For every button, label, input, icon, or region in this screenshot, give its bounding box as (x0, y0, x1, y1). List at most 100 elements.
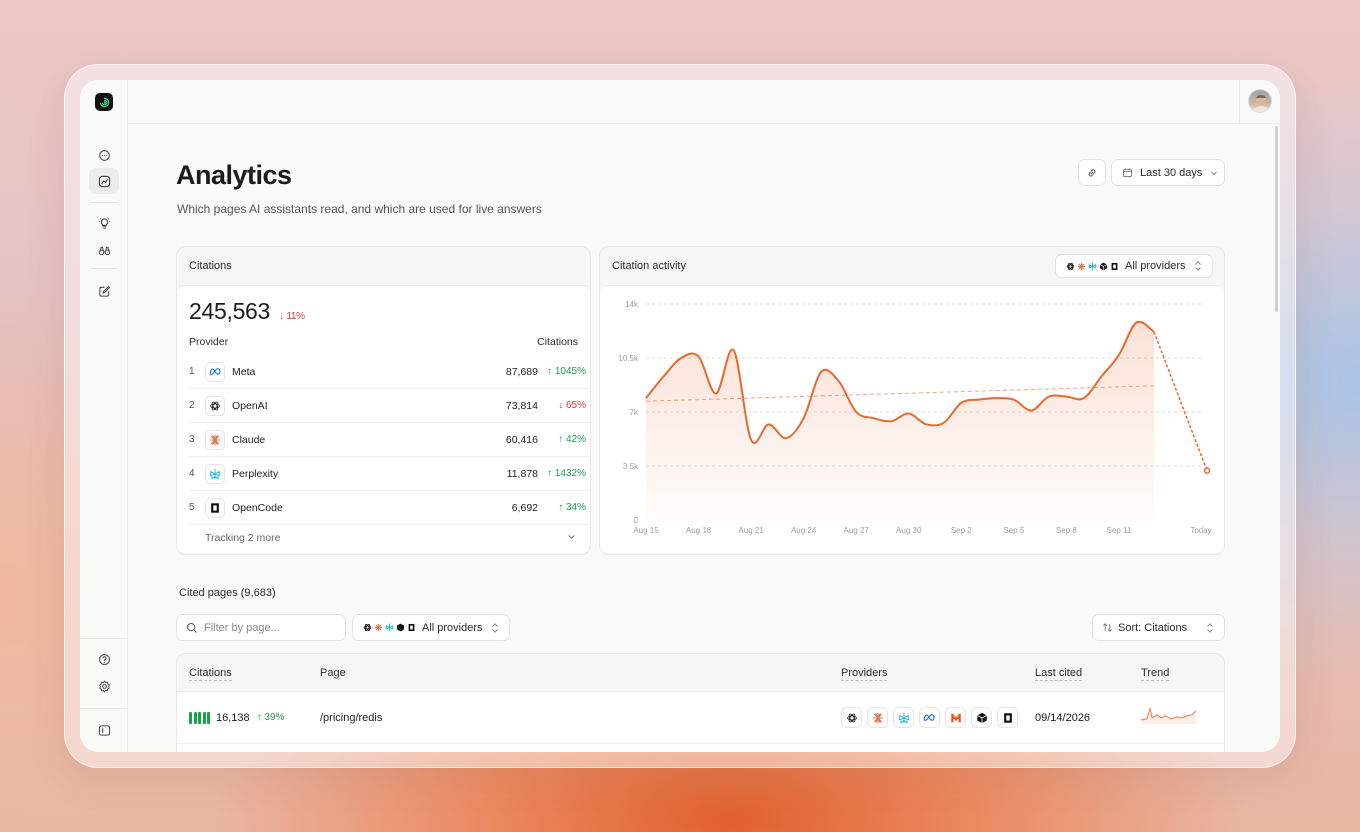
openai-icon (1066, 262, 1075, 271)
citations-card: Citations 245,563 ↓ 11% Provider Citatio… (176, 246, 591, 555)
provider-citations: 11,878 (506, 467, 538, 480)
citations-column-header: Citations (537, 336, 578, 348)
provider-citations: 73,814 (505, 399, 538, 412)
link-icon (1088, 168, 1096, 177)
x-tick-label: Aug 15 (633, 526, 659, 535)
openai-icon (205, 395, 225, 416)
provider-filter-select[interactable]: All providers (1055, 254, 1213, 278)
settings-icon[interactable] (89, 673, 119, 699)
sidebar-divider (90, 268, 118, 269)
provider-row[interactable]: 3 Claude 60,416 ↑ 42% (189, 423, 590, 457)
today-segment (1153, 331, 1208, 471)
claude-icon (205, 429, 225, 450)
binoculars-icon[interactable] (89, 237, 119, 263)
perplexity-icon (205, 463, 225, 484)
cited-pages-title: Cited pages (9,683) (179, 587, 276, 599)
provider-rank: 2 (189, 400, 195, 411)
x-tick-label: Sep 5 (1003, 526, 1024, 535)
sidebar-toggle-icon[interactable] (89, 717, 119, 743)
last-cited-column-header[interactable]: Last cited (1035, 667, 1083, 681)
citations-card-title: Citations (189, 259, 232, 272)
table-row[interactable]: 16,138 ↑ 39% /pricing/redis 09/14/2026 (177, 692, 1224, 744)
chevron-down-icon (1211, 171, 1218, 175)
provider-citations: 60,416 (505, 433, 538, 446)
provider-rank: 5 (189, 502, 195, 513)
x-tick-label: Aug 30 (896, 526, 922, 535)
claude-icon (867, 707, 888, 728)
provider-citations: 6,692 (511, 501, 538, 514)
x-tick-label: Sep 2 (951, 526, 972, 535)
opencode-icon (205, 497, 225, 518)
total-citations-delta: ↓ 11% (279, 311, 305, 322)
logo-icon[interactable] (95, 93, 113, 111)
date-range-select[interactable]: Last 30 days (1111, 159, 1225, 186)
chat-icon[interactable] (89, 142, 119, 168)
provider-name: OpenAI (232, 399, 268, 412)
filter-pages-input[interactable]: Filter by page... (176, 614, 346, 641)
pages-provider-filter-label: All providers (422, 621, 483, 634)
row-citations-delta: ↑ 39% (256, 712, 285, 723)
lightbulb-icon[interactable] (89, 210, 119, 236)
provider-rank: 4 (189, 468, 195, 479)
x-tick-label: Aug 18 (686, 526, 712, 535)
provider-name: Claude (232, 433, 266, 446)
providers-column-header[interactable]: Providers (841, 667, 888, 681)
trend-column-header[interactable]: Trend (1141, 667, 1170, 681)
citations-column-header[interactable]: Citations (189, 667, 232, 681)
row-page-path[interactable]: /pricing/redis (320, 712, 382, 724)
provider-icon-stack (363, 623, 416, 632)
link-button[interactable] (1078, 159, 1106, 186)
meta-icon (205, 361, 225, 382)
provider-delta: ↑ 42% (558, 434, 586, 445)
avatar[interactable] (1248, 89, 1272, 113)
openai-icon (363, 623, 372, 632)
opencode-icon (997, 707, 1018, 728)
today-point (1203, 467, 1211, 474)
series-area (646, 321, 1154, 520)
provider-row[interactable]: 1 Meta 87,689 ↑ 1045% (189, 355, 590, 389)
row-citations-cell: 16,138 ↑ 39% (189, 711, 285, 724)
tracking-more-link[interactable]: Tracking 2 more (205, 532, 280, 544)
app-window: Analytics Which pages AI assistants read… (80, 80, 1280, 752)
provider-row[interactable]: 4 Perplexity 11,878 ↑ 1432% (189, 457, 590, 491)
search-icon (187, 622, 197, 633)
citation-activity-chart: 0 3.5k 7k 10.5k 14k Aug 15 Aug 18 Aug 21 Aug 24 A… (618, 300, 1211, 535)
provider-row[interactable]: 2 OpenAI 73,814 ↓ 65% (189, 389, 590, 423)
analytics-icon[interactable] (89, 168, 119, 194)
filter-pages-placeholder: Filter by page... (204, 621, 280, 634)
provider-table-header: Provider Citations (189, 336, 578, 348)
x-tick-label: Aug 27 (844, 526, 870, 535)
x-tick-label: Sep 8 (1056, 526, 1077, 535)
total-citations-value: 245,563 (189, 298, 271, 324)
provider-row[interactable]: 5 OpenCode 6,692 ↑ 34% (189, 491, 590, 525)
chevron-updown-icon (492, 622, 498, 633)
x-tick-label: Today (1190, 526, 1211, 535)
perplexity-icon (385, 623, 394, 632)
chevron-updown-icon (1207, 622, 1213, 633)
top-bar (128, 80, 1280, 124)
y-tick-label: 3.5k (623, 462, 639, 471)
provider-name: Perplexity (232, 467, 279, 480)
help-icon[interactable] (89, 646, 119, 672)
page-column-header: Page (320, 667, 346, 679)
provider-icon-stack (1066, 262, 1119, 271)
x-tick-label: Sep 11 (1107, 526, 1132, 535)
opencode-icon (407, 623, 416, 632)
opencode-icon (1110, 262, 1119, 271)
provider-column-header: Provider (189, 336, 229, 348)
edit-icon[interactable] (89, 278, 119, 304)
chevron-down-icon[interactable] (567, 532, 576, 541)
citations-card-body: 245,563 ↓ 11% Provider Citations 1 Meta … (177, 285, 590, 554)
scrollbar[interactable] (1275, 126, 1278, 312)
cited-pages-table: Citations Page Providers Last cited Tren… (176, 653, 1225, 752)
sort-select[interactable]: Sort: Citations (1092, 614, 1225, 641)
topbar-divider (1239, 80, 1240, 124)
y-tick-label: 0 (634, 516, 639, 525)
provider-rank: 3 (189, 434, 195, 445)
pages-provider-filter-select[interactable]: All providers (352, 614, 510, 641)
provider-name: OpenCode (232, 501, 283, 514)
provider-delta: ↓ 65% (558, 400, 586, 411)
row-trend-sparkline (1141, 706, 1197, 724)
date-range-label: Last 30 days (1140, 166, 1203, 179)
openai-icon (841, 707, 862, 728)
